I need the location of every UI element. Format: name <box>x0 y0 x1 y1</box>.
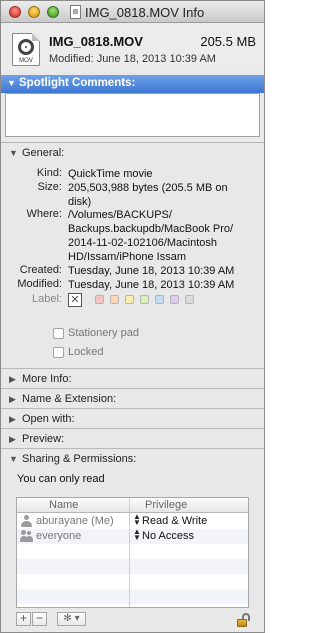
label-color-swatch[interactable] <box>155 295 164 304</box>
locked-label: Locked <box>68 346 104 358</box>
file-icon-ext: MOV <box>19 58 33 64</box>
where-value-line4: HD/Issam/iPhone Issam <box>68 251 186 263</box>
table-row[interactable]: everyone ▲ ▼ No Access <box>17 528 248 544</box>
divider <box>1 428 264 429</box>
stationery-label: Stationery pad <box>68 327 139 339</box>
section-sharing-permissions[interactable]: ▼ Sharing & Permissions: <box>1 452 264 468</box>
file-modified: Modified: June 18, 2013 10:39 AM <box>49 53 216 65</box>
size-value-line2: disk) <box>68 196 92 208</box>
disclosure-open-icon[interactable]: ▼ <box>9 148 18 158</box>
divider <box>1 408 264 409</box>
created-key: Created: <box>19 264 62 276</box>
section-name-extension[interactable]: ▶ Name & Extension: <box>1 392 264 408</box>
label-color-swatch[interactable] <box>110 295 119 304</box>
modified-key: Modified: <box>17 278 62 290</box>
section-preview-label: Preview: <box>22 433 65 445</box>
size-value-line1: 205,503,988 bytes (205.5 MB on <box>68 182 228 194</box>
kind-key: Kind: <box>36 167 62 179</box>
section-more-info[interactable]: ▶ More Info: <box>1 372 264 388</box>
locked-checkbox[interactable] <box>53 347 64 358</box>
kind-value: QuickTime movie <box>68 168 153 180</box>
where-value-line1: /Volumes/BACKUPS/ <box>68 209 172 221</box>
info-window: IMG_0818.MOV Info MOV IMG_0818.MOV 205.5… <box>0 0 265 633</box>
window-title: IMG_0818.MOV Info <box>85 5 205 20</box>
created-value: Tuesday, June 18, 2013 10:39 AM <box>68 265 235 277</box>
title-bar[interactable]: IMG_0818.MOV Info <box>1 1 264 23</box>
column-header-name-label: Name <box>49 499 79 511</box>
permission-status: You can only read <box>17 473 105 485</box>
label-color-swatch[interactable] <box>140 295 149 304</box>
where-key: Where: <box>26 208 62 220</box>
label-color-swatch[interactable] <box>185 295 194 304</box>
table-stripe <box>17 589 248 604</box>
user-icon <box>20 515 33 528</box>
permission-user-name: everyone <box>36 530 82 542</box>
section-open-with[interactable]: ▶ Open with: <box>1 412 264 428</box>
divider <box>1 388 264 389</box>
column-header-privilege[interactable]: Privilege <box>130 498 248 513</box>
action-menu-button[interactable]: ✻ ▾ <box>57 612 86 626</box>
label-color-swatch[interactable] <box>95 295 104 304</box>
stationery-checkbox[interactable] <box>53 328 64 339</box>
group-icon <box>20 530 33 543</box>
add-user-button[interactable]: + <box>16 612 31 626</box>
movie-file-icon: MOV <box>12 33 40 66</box>
size-key: Size: <box>37 181 62 193</box>
minimize-button[interactable] <box>28 6 40 18</box>
label-color-swatch[interactable] <box>170 295 179 304</box>
where-value-line2: Backups.backupdb/MacBook Pro/ <box>68 223 234 235</box>
table-stripe <box>17 559 248 574</box>
divider <box>1 448 264 449</box>
file-size: 205.5 MB <box>200 34 256 49</box>
permissions-table[interactable]: Name Privilege aburayane (Me) ▲ ▼ Read & Writ… <box>16 497 249 608</box>
section-more-info-label: More Info: <box>22 373 72 385</box>
divider <box>1 142 264 143</box>
disclosure-open-icon[interactable]: ▼ <box>9 454 18 464</box>
file-header: MOV IMG_0818.MOV 205.5 MB Modified: June… <box>1 23 264 71</box>
close-button[interactable] <box>9 6 21 18</box>
label-none-button[interactable]: ✕ <box>68 293 82 307</box>
disclosure-open-icon[interactable]: ▼ <box>7 78 16 88</box>
label-color-swatch[interactable] <box>125 295 134 304</box>
modified-value: Tuesday, June 18, 2013 10:39 AM <box>68 279 235 291</box>
privilege-stepper-icon[interactable]: ▲ ▼ <box>133 513 141 527</box>
document-icon[interactable] <box>70 5 81 19</box>
divider <box>1 368 264 369</box>
section-general[interactable]: ▼ General: <box>1 146 264 162</box>
section-name-extension-label: Name & Extension: <box>22 393 117 405</box>
section-open-with-label: Open with: <box>22 413 75 425</box>
lock-icon[interactable] <box>237 613 250 627</box>
where-value-line3: 2014-11-02-102106/Macintosh <box>68 237 218 249</box>
permission-privilege[interactable]: Read & Write <box>142 515 207 527</box>
disclosure-closed-icon[interactable]: ▶ <box>9 394 16 405</box>
permission-privilege[interactable]: No Access <box>142 530 194 542</box>
spotlight-comments-field[interactable] <box>5 93 260 137</box>
section-preview[interactable]: ▶ Preview: <box>1 432 264 448</box>
disclosure-closed-icon[interactable]: ▶ <box>9 434 16 445</box>
section-sharing-permissions-label: Sharing & Permissions: <box>22 453 137 465</box>
spotlight-comments-header[interactable]: ▼ Spotlight Comments: <box>1 75 264 93</box>
section-general-label: General: <box>22 147 65 159</box>
file-name: IMG_0818.MOV <box>49 34 143 49</box>
disclosure-closed-icon[interactable]: ▶ <box>9 374 16 385</box>
column-header-name[interactable]: Name <box>17 498 129 513</box>
permission-user-name: aburayane (Me) <box>36 515 114 527</box>
column-header-privilege-label: Privilege <box>145 499 188 511</box>
disclosure-closed-icon[interactable]: ▶ <box>9 414 16 425</box>
label-key: Label: <box>32 293 62 305</box>
spotlight-comments-label: Spotlight Comments: <box>19 77 136 89</box>
zoom-button[interactable] <box>47 6 59 18</box>
privilege-stepper-icon[interactable]: ▲ ▼ <box>133 528 141 542</box>
remove-user-button[interactable]: − <box>32 612 47 626</box>
